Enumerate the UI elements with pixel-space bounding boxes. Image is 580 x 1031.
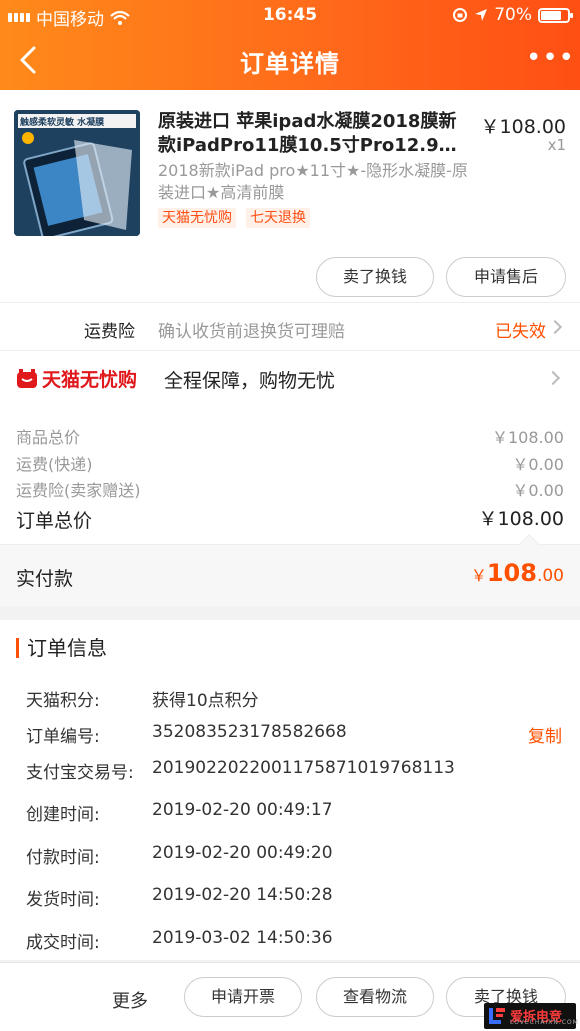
watermark-icon — [489, 1008, 505, 1024]
info-label: 成交时间: — [26, 933, 100, 953]
order-total-value: ￥108.00 — [478, 508, 564, 530]
chevron-right-icon — [547, 319, 563, 335]
info-value: 获得10点积分 — [152, 691, 259, 711]
order-total-label: 订单总价 — [16, 510, 93, 532]
info-label: 付款时间: — [26, 848, 100, 868]
tag-worry-free: 天猫无忧购 — [158, 208, 236, 228]
more-icon[interactable]: ••• — [526, 42, 574, 78]
info-value: 2019-02-20 00:49:17 — [152, 800, 333, 820]
after-sale-button[interactable]: 申请售后 — [446, 257, 566, 297]
worry-free-row[interactable]: 天猫无忧购 全程保障，购物无忧 — [0, 350, 580, 406]
fee-value: ￥0.00 — [512, 481, 564, 500]
page-title: 订单详情 — [240, 50, 340, 78]
tmall-icon — [17, 368, 37, 388]
insurance-label: 运费险 — [84, 322, 135, 342]
tag-seven-day-return: 七天退换 — [246, 208, 310, 228]
info-label: 天猫积分: — [26, 691, 100, 711]
info-label: 创建时间: — [26, 805, 100, 825]
status-bar: 中国移动 16:45 70% — [0, 0, 580, 30]
fee-value: ￥0.00 — [512, 455, 564, 474]
insurance-status: 已失效 — [495, 322, 546, 342]
thumb-banner: 触感柔软灵敏 水凝膜 — [20, 118, 105, 128]
fee-label: 运费(快递) — [16, 455, 93, 474]
info-label: 订单编号: — [26, 727, 100, 747]
info-label: 发货时间: — [26, 890, 100, 910]
fee-value: ￥108.00 — [492, 428, 564, 447]
chevron-right-icon — [545, 370, 561, 386]
more-button[interactable]: 更多 — [112, 987, 148, 1013]
product-thumbnail[interactable]: 触感柔软灵敏 水凝膜 — [14, 110, 140, 236]
order-info: 订单信息 天猫积分: 获得10点积分 订单编号: 352083523178582… — [0, 620, 580, 960]
watermark-logo: 爱拆电竞 LOVECHAIXN.COM — [484, 1003, 579, 1029]
battery-percent: 70% — [494, 5, 532, 25]
info-value: 2019-02-20 14:50:28 — [152, 885, 333, 905]
fee-label: 商品总价 — [16, 428, 81, 447]
paid-label: 实付款 — [16, 568, 74, 590]
worry-free-text: 全程保障，购物无忧 — [164, 370, 336, 392]
order-info-title: 订单信息 — [16, 638, 107, 658]
copy-button[interactable]: 复制 — [528, 722, 562, 747]
product-image — [14, 110, 140, 236]
info-value: 2019022022001175871019768113 — [152, 758, 455, 778]
info-label: 支付宝交易号: — [26, 763, 134, 783]
paid-amount: ￥108.00 — [470, 559, 564, 587]
navbar: 订单详情 ••• — [0, 30, 580, 90]
freight-insurance-row[interactable]: 运费险 确认收货前退换货可理赔 已失效 — [0, 302, 580, 350]
fee-label: 运费险(卖家赠送) — [16, 481, 141, 500]
product-price: ￥108.00 — [480, 116, 566, 138]
resell-button[interactable]: 卖了换钱 — [316, 257, 434, 297]
battery-icon — [538, 7, 573, 23]
worry-free-logo-text: 天猫无忧购 — [42, 369, 138, 391]
info-value: 2019-02-20 00:49:20 — [152, 843, 333, 863]
footer-bar: 更多 申请开票 查看物流 卖了换钱 爱拆电竞 LOVECHAIXN.COM — [0, 962, 580, 1031]
watermark-subtext: LOVECHAIXN.COM — [510, 1019, 579, 1026]
paid-row: 实付款 ￥108.00 — [0, 534, 580, 606]
location-icon — [475, 9, 488, 21]
worry-free-logo: 天猫无忧购 — [16, 365, 137, 392]
product-sku: 2018新款iPad pro★11寸★-隐形水凝膜-原装进口★高清前膜 — [158, 161, 468, 202]
insurance-desc: 确认收货前退换货可理赔 — [158, 322, 345, 342]
invoice-button[interactable]: 申请开票 — [184, 977, 302, 1017]
logistics-button[interactable]: 查看物流 — [316, 977, 434, 1017]
product-quantity: x1 — [547, 136, 566, 154]
product-title[interactable]: 原装进口 苹果ipad水凝膜2018膜新款iPadPro11膜10.5寸Pro1… — [158, 110, 470, 158]
rotation-lock-icon — [453, 8, 468, 22]
header: 中国移动 16:45 70% 订单详情 ••• — [0, 0, 580, 90]
fee-summary: 商品总价 ￥108.00 运费(快递) ￥0.00 运费险(卖家赠送) ￥0.0… — [0, 406, 580, 544]
order-number: 352083523178582668 — [152, 722, 347, 742]
info-value: 2019-03-02 14:50:36 — [152, 928, 333, 948]
